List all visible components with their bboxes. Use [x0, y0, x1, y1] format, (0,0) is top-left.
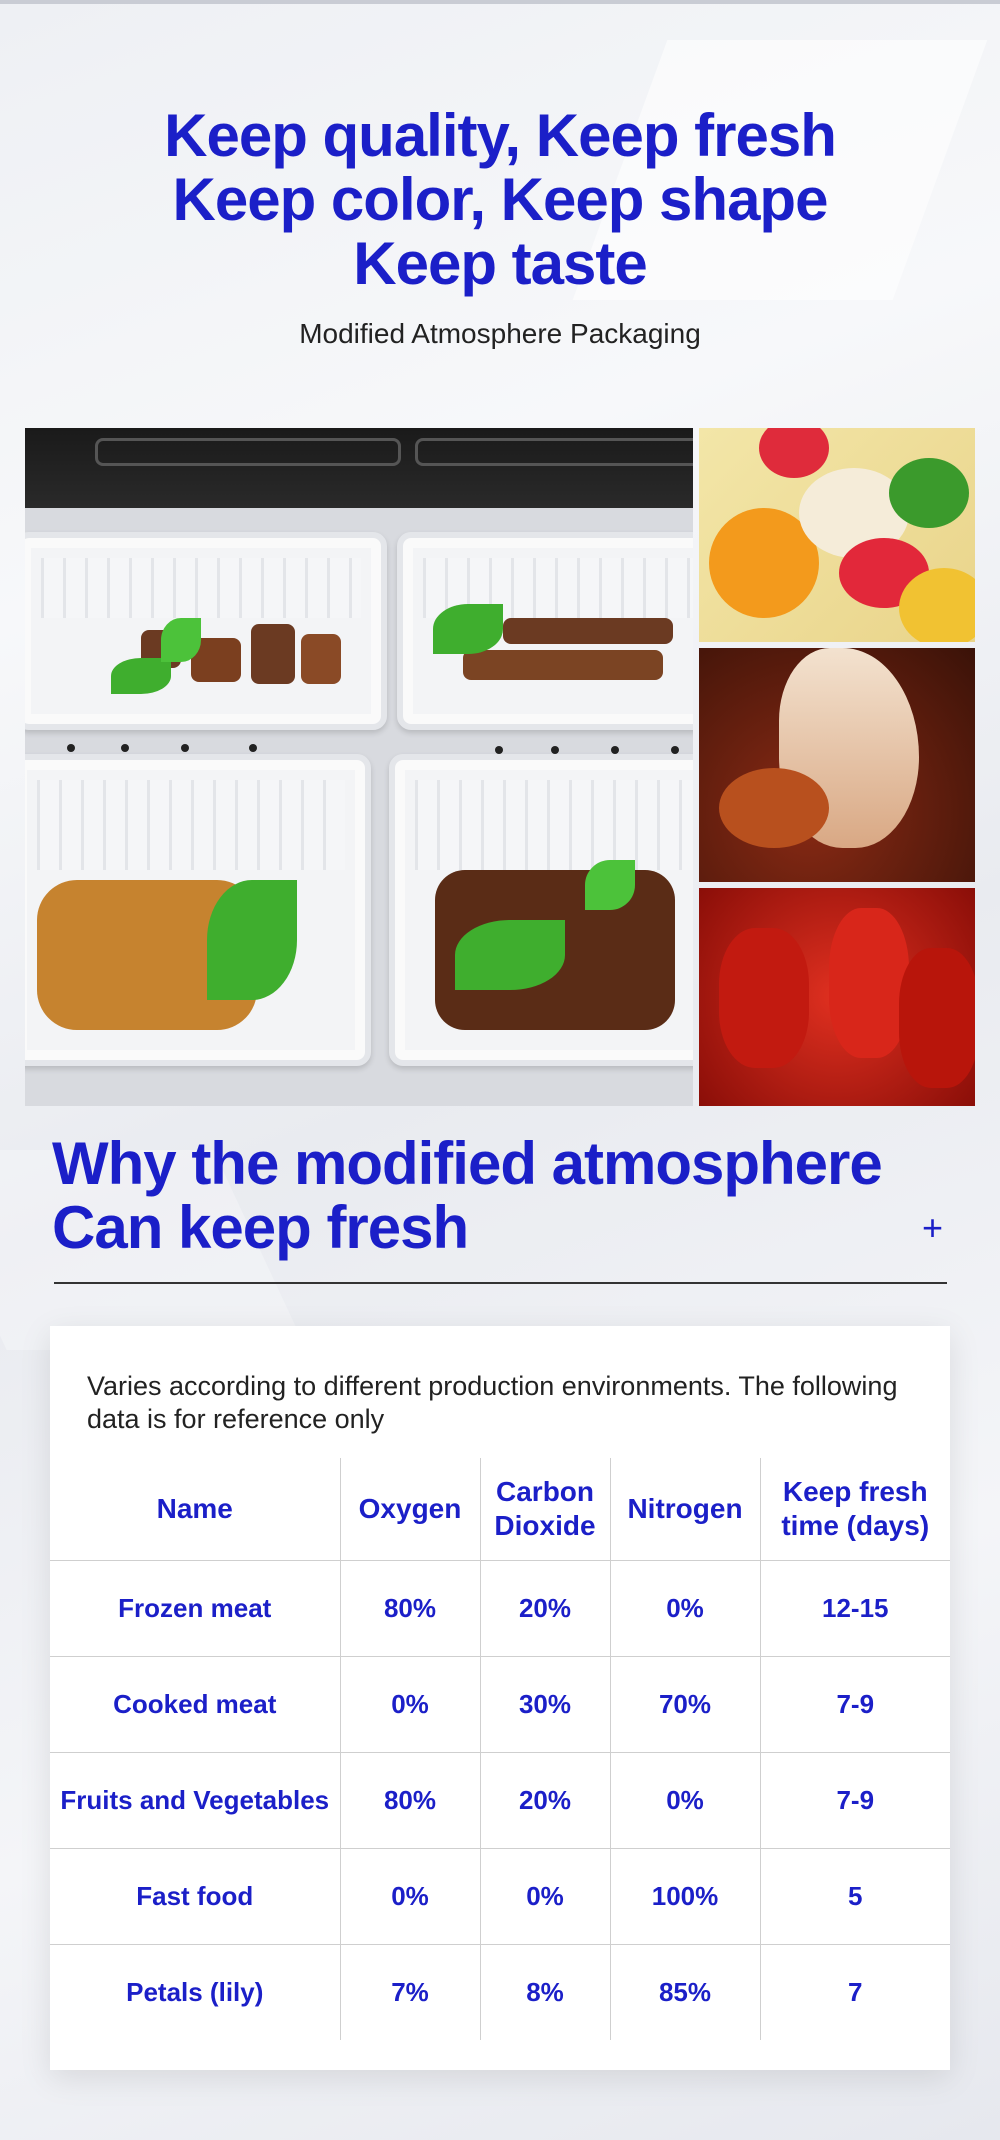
cell-name: Cooked meat	[50, 1656, 341, 1753]
cell-carbon-dioxide: 30%	[480, 1656, 611, 1753]
cell-carbon-dioxide: 0%	[480, 1848, 611, 1945]
plus-icon[interactable]: +	[922, 1210, 943, 1246]
cell-name: Fruits and Vegetables	[50, 1752, 341, 1849]
why-title-line: Why the modified atmosphere	[52, 1130, 883, 1197]
cell-nitrogen: 100%	[610, 1848, 761, 1945]
cell-oxygen: 80%	[340, 1752, 481, 1849]
header-keep-fresh-time: Keep fresh time (days)	[760, 1458, 950, 1561]
cell-oxygen: 80%	[340, 1560, 481, 1657]
cell-name: Petals (lily)	[50, 1944, 341, 2040]
header-name: Name	[50, 1458, 341, 1561]
cell-nitrogen: 0%	[610, 1752, 761, 1849]
table-row: Cooked meat 0% 30% 70% 7-9	[50, 1656, 950, 1753]
hero-title: Keep quality, Keep fresh Keep color, Kee…	[0, 104, 1000, 296]
sealing-machine-top	[25, 428, 693, 508]
header-oxygen: Oxygen	[340, 1458, 481, 1561]
why-section-title: Why the modified atmosphere Can keep fre…	[52, 1132, 912, 1260]
reference-note: Varies according to different production…	[87, 1371, 898, 1434]
cell-keep-fresh-time: 7-9	[760, 1752, 950, 1849]
cell-oxygen: 0%	[340, 1848, 481, 1945]
cell-carbon-dioxide: 8%	[480, 1944, 611, 2040]
cell-name: Fast food	[50, 1848, 341, 1945]
table-header-row: Name Oxygen Carbon Dioxide Nitrogen Keep…	[50, 1458, 950, 1561]
table-row: Fast food 0% 0% 100% 5	[50, 1848, 950, 1945]
machine-slot	[95, 438, 401, 466]
cell-carbon-dioxide: 20%	[480, 1560, 611, 1657]
hero-title-line: Keep taste	[353, 230, 647, 297]
header-nitrogen: Nitrogen	[610, 1458, 761, 1561]
cell-oxygen: 0%	[340, 1656, 481, 1753]
crayfish-photo	[699, 888, 975, 1106]
why-title-line: Can keep fresh	[52, 1194, 469, 1261]
cell-nitrogen: 85%	[610, 1944, 761, 2040]
cell-name: Frozen meat	[50, 1560, 341, 1657]
cell-keep-fresh-time: 5	[760, 1848, 950, 1945]
cell-keep-fresh-time: 12-15	[760, 1560, 950, 1657]
gas-ratio-table: Name Oxygen Carbon Dioxide Nitrogen Keep…	[50, 1458, 950, 2040]
packaged-food-trays-photo	[25, 428, 693, 1106]
hero-title-line: Keep color, Keep shape	[172, 166, 829, 233]
machine-slot	[415, 438, 693, 466]
cell-keep-fresh-time: 7	[848, 1977, 863, 2007]
fruit-salad-photo	[699, 428, 975, 642]
header-carbon-dioxide: Carbon Dioxide	[480, 1458, 611, 1561]
table-row: Petals (lily) 7% 8% 85% 7	[50, 1944, 950, 2040]
food-tray	[25, 532, 387, 730]
gas-ratio-card: Varies according to different production…	[50, 1326, 950, 2070]
cell-oxygen: 7%	[340, 1944, 481, 2040]
food-tray	[25, 754, 371, 1066]
cell-nitrogen: 0%	[610, 1560, 761, 1657]
table-row: Frozen meat 80% 20% 0% 12-15	[50, 1560, 950, 1657]
roast-duck-photo	[699, 648, 975, 882]
top-border	[0, 0, 1000, 4]
hero-subtitle: Modified Atmosphere Packaging	[299, 318, 701, 349]
cell-carbon-dioxide: 20%	[480, 1752, 611, 1849]
table-row: Fruits and Vegetables 80% 20% 0% 7-9	[50, 1752, 950, 1849]
section-divider	[54, 1282, 947, 1284]
food-tray	[389, 754, 693, 1066]
cell-nitrogen: 70%	[610, 1656, 761, 1753]
hero-title-line: Keep quality, Keep fresh	[164, 102, 837, 169]
food-tray	[397, 532, 693, 730]
cell-keep-fresh-time: 7-9	[760, 1656, 950, 1753]
